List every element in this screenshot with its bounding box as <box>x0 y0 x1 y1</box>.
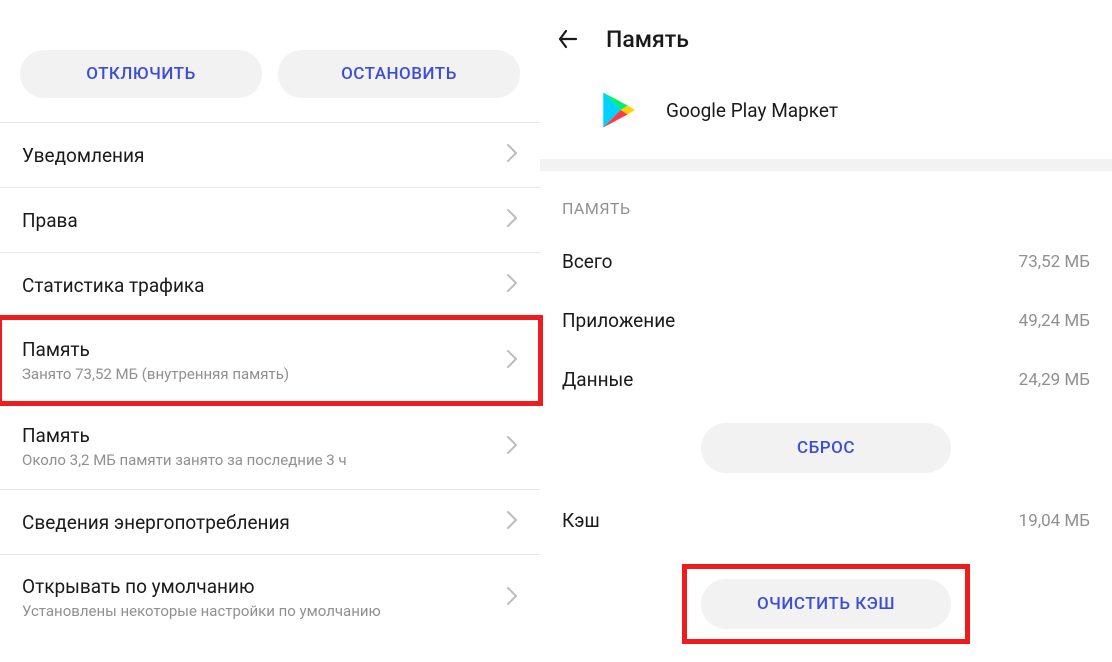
row-data: Данные 24,29 МБ <box>540 350 1112 409</box>
list-item-permissions[interactable]: Права <box>0 188 540 253</box>
page-title: Память <box>606 26 689 53</box>
list-item-title: Память <box>22 424 494 447</box>
back-arrow-icon[interactable] <box>554 25 582 53</box>
list-item-title: Открывать по умолчанию <box>22 575 494 598</box>
app-header: Google Play Маркет <box>540 71 1112 159</box>
list-item-title: Статистика трафика <box>22 274 494 297</box>
row-key: Всего <box>562 250 613 273</box>
list-item-sub: Около 3,2 МБ памяти занято за последние … <box>22 451 494 469</box>
section-separator <box>540 159 1112 171</box>
list-item-traffic-stats[interactable]: Статистика трафика <box>0 253 540 318</box>
row-key: Приложение <box>562 309 675 332</box>
row-val: 73,52 МБ <box>1019 252 1090 272</box>
list-item-memory[interactable]: Память Около 3,2 МБ памяти занято за пос… <box>0 403 540 490</box>
section-label-memory: ПАМЯТЬ <box>540 171 1112 232</box>
row-key: Данные <box>562 368 633 391</box>
row-val: 24,29 МБ <box>1019 370 1090 390</box>
chevron-right-icon <box>506 586 518 610</box>
list-item-title: Уведомления <box>22 144 494 167</box>
list-item-sub: Установлены некоторые настройки по умолч… <box>22 602 494 620</box>
stop-button[interactable]: ОСТАНОВИТЬ <box>278 50 520 98</box>
row-app: Приложение 49,24 МБ <box>540 291 1112 350</box>
chevron-right-icon <box>506 208 518 232</box>
row-val: 19,04 МБ <box>1019 511 1090 531</box>
list-item-title: Память <box>22 338 494 361</box>
chevron-right-icon <box>506 435 518 459</box>
list-item-storage[interactable]: Память Занято 73,52 МБ (внутренняя памят… <box>0 318 540 403</box>
chevron-right-icon <box>506 349 518 373</box>
list-item-notifications[interactable]: Уведомления <box>0 123 540 188</box>
row-key: Кэш <box>562 509 600 532</box>
list-item-sub: Занято 73,52 МБ (внутренняя память) <box>22 365 494 383</box>
reset-button[interactable]: СБРОС <box>701 423 951 473</box>
google-play-icon <box>598 89 640 131</box>
highlight-clear-cache: ОЧИСТИТЬ КЭШ <box>682 564 970 644</box>
row-cache: Кэш 19,04 МБ <box>540 491 1112 550</box>
chevron-right-icon <box>506 273 518 297</box>
list-item-title: Сведения энергопотребления <box>22 511 494 534</box>
chevron-right-icon <box>506 143 518 167</box>
row-total: Всего 73,52 МБ <box>540 232 1112 291</box>
list-item-open-default[interactable]: Открывать по умолчанию Установлены некот… <box>0 555 540 640</box>
list-item-title: Права <box>22 209 494 232</box>
chevron-right-icon <box>506 510 518 534</box>
row-val: 49,24 МБ <box>1019 311 1090 331</box>
list-item-power-info[interactable]: Сведения энергопотребления <box>0 490 540 555</box>
disable-button[interactable]: ОТКЛЮЧИТЬ <box>20 50 262 98</box>
app-name: Google Play Маркет <box>666 99 838 122</box>
clear-cache-button[interactable]: ОЧИСТИТЬ КЭШ <box>701 579 951 629</box>
